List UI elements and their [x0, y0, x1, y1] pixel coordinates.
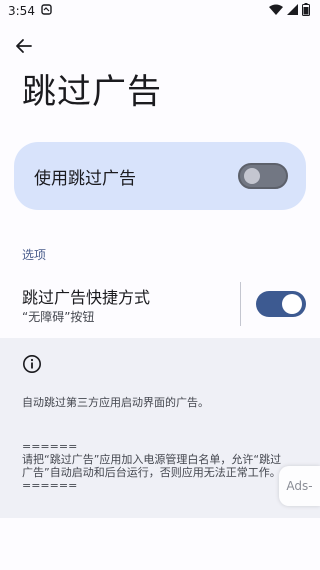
toggle-thumb [244, 168, 260, 184]
status-bar: 3:54 [0, 0, 320, 22]
divider [240, 282, 241, 326]
main-switch-label: 使用跳过广告 [34, 168, 136, 189]
info-note: ====== 请把“跳过广告”应用加入电源管理白名单，允许“跳过广告”自动启动和… [22, 440, 282, 492]
notification-icon [41, 4, 52, 18]
preference-summary: “无障碍”按钮 [22, 310, 95, 324]
info-description: 自动跳过第三方应用启动界面的广告。 [22, 396, 209, 409]
wifi-icon [269, 4, 283, 18]
info-icon [22, 354, 42, 374]
battery-icon [302, 3, 310, 19]
ads-label: Ads- [286, 479, 313, 493]
info-panel: 自动跳过第三方应用启动界面的广告。 ====== 请把“跳过广告”应用加入电源管… [0, 338, 320, 518]
preference-title: 跳过广告快捷方式 [22, 288, 151, 307]
main-switch-card[interactable]: 使用跳过广告 [14, 142, 306, 210]
section-header: 选项 [22, 248, 47, 262]
back-button[interactable] [12, 36, 36, 60]
ads-floating-button[interactable]: Ads- [279, 466, 320, 506]
page-title: 跳过广告 [22, 72, 162, 112]
arrow-back-icon [15, 37, 33, 59]
status-time: 3:54 [8, 4, 35, 18]
status-right [269, 3, 310, 19]
main-toggle-switch[interactable] [238, 163, 288, 189]
status-left: 3:54 [8, 4, 52, 18]
toggle-thumb [282, 294, 302, 314]
shortcut-toggle-switch[interactable] [256, 291, 306, 317]
shortcut-preference-row[interactable]: 跳过广告快捷方式 “无障碍”按钮 [0, 280, 320, 330]
signal-icon [287, 4, 298, 18]
